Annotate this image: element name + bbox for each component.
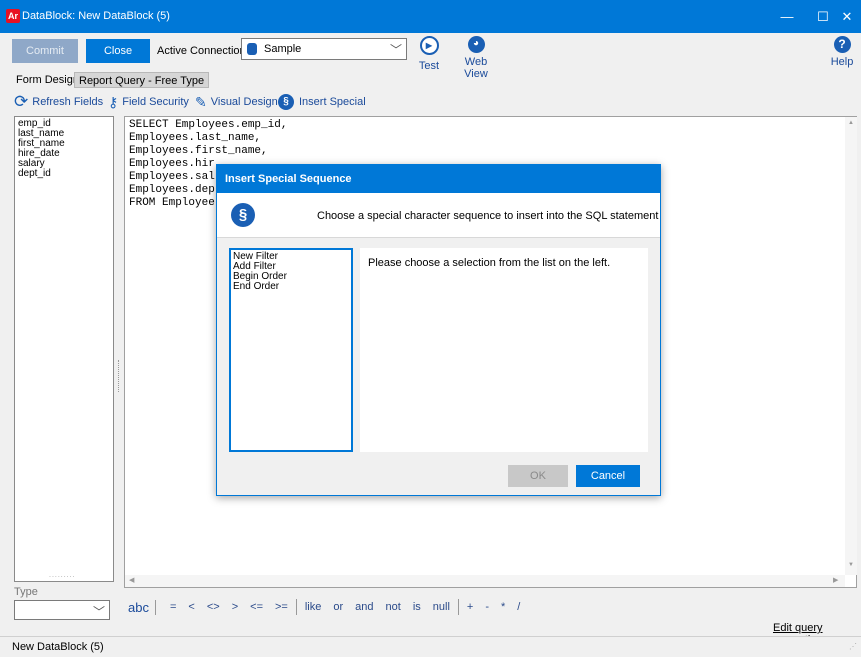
help-button[interactable]: ? Help [828,36,856,68]
sequence-list-item[interactable]: End Order [233,282,349,292]
app-icon: Ar [6,9,20,23]
operator-button[interactable]: * [501,601,505,613]
operator-button[interactable]: >= [275,601,288,613]
section-sign-icon: § [278,93,294,110]
operator-button[interactable]: - [485,601,489,613]
operator-button[interactable]: <= [250,601,263,613]
refresh-fields-label: Refresh Fields [32,96,104,108]
refresh-fields-button[interactable]: ⟳ Refresh Fields [14,92,104,111]
operator-bar: abc = < <> > <= >= like or and not is null + - * / [128,596,526,618]
operator-button[interactable]: is [413,601,421,613]
test-label: Test [418,60,440,72]
fields-list[interactable]: emp_id last_name first_name hire_date salary… [14,116,114,582]
operator-button[interactable]: not [386,601,401,613]
visual-design-icon: ✎ [195,93,207,110]
operator-button[interactable]: null [433,601,450,613]
scroll-down-icon[interactable]: ▼ [848,562,854,568]
operator-button[interactable]: or [333,601,343,613]
operator-button[interactable]: = [170,601,176,613]
operator-separator [457,599,459,615]
close-window-button[interactable]: ✕ [829,0,861,33]
section-sign-icon: § [231,203,255,227]
operator-button[interactable]: <> [207,601,220,613]
horizontal-scrollbar[interactable]: ◀ ▶ [125,575,845,587]
chevron-down-icon: ﹀ [93,605,106,619]
cancel-button[interactable]: Cancel [576,465,640,487]
test-button[interactable]: ▶ Test [418,36,440,72]
close-button[interactable]: Close [86,39,150,63]
special-sequence-list[interactable]: New Filter Add Filter Begin Order End Order [229,248,353,452]
operator-button[interactable]: < [188,601,194,613]
sql-line: Employees.first_name, [129,145,268,157]
operator-button[interactable]: + [467,601,473,613]
tab-report-query[interactable]: Report Query - Free Type [74,72,210,88]
refresh-icon: ⟳ [14,92,29,111]
web-view-label: Web View [464,56,488,80]
insert-special-label: Insert Special [299,95,366,108]
operator-button[interactable]: > [232,601,238,613]
operator-button[interactable]: and [355,601,373,613]
splitter-grip: ......... [49,572,76,579]
type-label: Type [14,586,38,598]
connection-select[interactable]: Sample ﹀ [241,38,407,60]
scroll-up-icon[interactable]: ▲ [848,120,854,126]
play-icon: ▶ [419,36,439,55]
scroll-right-icon[interactable]: ▶ [833,576,838,584]
chevron-down-icon: ﹀ [390,43,403,57]
status-text: New DataBlock (5) [12,641,104,653]
status-bar: New DataBlock (5) ⋰ [0,636,861,657]
insert-special-button[interactable]: § Insert Special [278,93,366,110]
vertical-scrollbar[interactable]: ▲ ▼ [845,117,857,575]
sql-line: SELECT Employees.emp_id, [129,119,288,131]
abc-icon[interactable]: abc [128,599,156,615]
sequence-detail-panel: Please choose a selection from the list … [360,248,648,452]
scroll-left-icon[interactable]: ◀ [129,576,134,584]
insert-special-dialog: Insert Special Sequence § Choose a speci… [216,164,661,496]
key-icon: ⚷ [108,93,119,110]
help-label: Help [830,56,854,68]
dialog-message: Choose a special character sequence to i… [317,210,659,222]
visual-design-button[interactable]: ✎ Visual Design [195,94,278,110]
sequence-detail-text: Please choose a selection from the list … [368,257,611,269]
connection-value: Sample [264,43,302,55]
field-security-label: Field Security [122,96,189,108]
type-select[interactable]: ﹀ [14,600,110,620]
active-connection-label: Active Connection [157,45,246,57]
field-security-button[interactable]: ⚷ Field Security [108,94,189,110]
globe-icon: ◕ [467,36,485,53]
title-bar: Ar DataBlock: New DataBlock (5) — ☐ ✕ [0,0,861,33]
window-title: DataBlock: New DataBlock (5) [22,10,170,22]
operator-button[interactable]: / [517,601,520,613]
database-icon [247,43,257,55]
field-item[interactable]: dept_id [18,169,110,179]
operator-separator [295,599,297,615]
visual-design-label: Visual Design [210,96,278,108]
sql-line: Employees.last_name, [129,132,262,144]
web-view-button[interactable]: ◕ Web View [452,36,500,80]
vertical-splitter[interactable] [118,360,120,392]
dialog-header: § Choose a special character sequence to… [217,193,660,238]
minimize-button[interactable]: — [769,0,805,33]
commit-button[interactable]: Commit [12,39,78,63]
dialog-title: Insert Special Sequence [217,165,660,193]
help-icon: ? [833,36,851,53]
operator-button[interactable]: like [305,601,322,613]
ok-button[interactable]: OK [508,465,568,487]
resize-grip-icon[interactable]: ⋰ [849,642,857,651]
tab-form-design[interactable]: Form Design [12,72,83,88]
